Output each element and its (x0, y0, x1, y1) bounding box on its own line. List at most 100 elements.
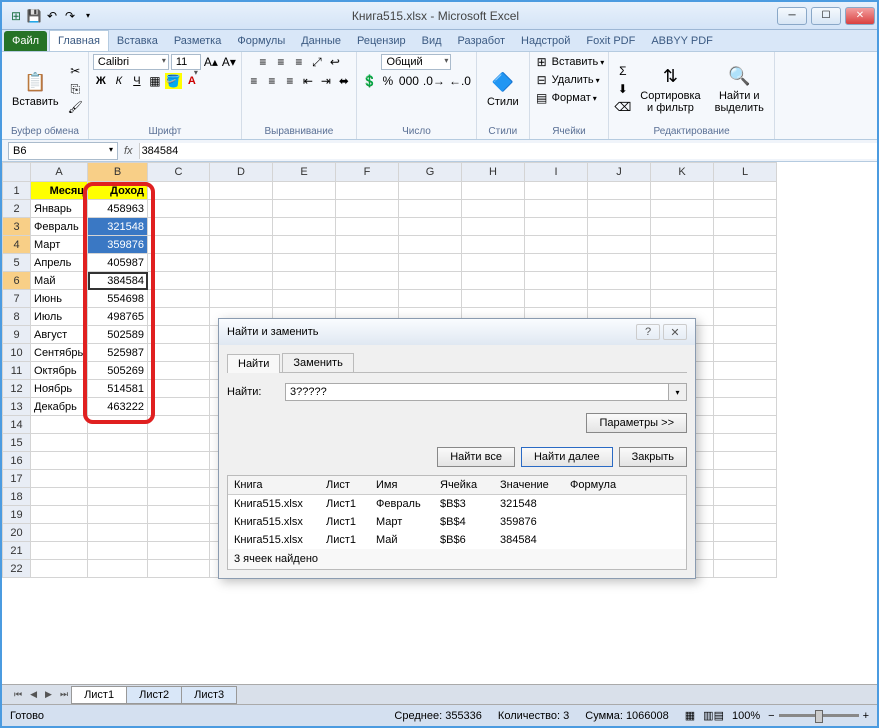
cell-C7[interactable] (148, 290, 210, 308)
name-box[interactable]: B6 ▾ (8, 142, 118, 160)
merge-icon[interactable]: ⬌ (336, 73, 352, 89)
tab-data[interactable]: Данные (293, 31, 349, 51)
cell-H4[interactable] (462, 236, 525, 254)
cell-J7[interactable] (588, 290, 651, 308)
cell-C3[interactable] (148, 218, 210, 236)
tab-formulas[interactable]: Формулы (229, 31, 293, 51)
find-dropdown-icon[interactable]: ▾ (669, 383, 687, 401)
row-header-2[interactable]: 2 (3, 200, 31, 218)
indent-inc-icon[interactable]: ⇥ (318, 73, 334, 89)
bold-button[interactable]: Ж (93, 73, 109, 89)
cell-A17[interactable] (31, 470, 88, 488)
cell-L12[interactable] (714, 380, 777, 398)
cell-A20[interactable] (31, 524, 88, 542)
find-next-button[interactable]: Найти далее (521, 447, 613, 467)
name-box-dropdown-icon[interactable]: ▾ (109, 145, 113, 157)
cell-D7[interactable] (210, 290, 273, 308)
indent-dec-icon[interactable]: ⇤ (300, 73, 316, 89)
cell-D1[interactable] (210, 182, 273, 200)
tab-find[interactable]: Найти (227, 354, 280, 373)
cell-G7[interactable] (399, 290, 462, 308)
fx-icon[interactable]: fx (124, 145, 133, 157)
cell-J5[interactable] (588, 254, 651, 272)
tab-view[interactable]: Вид (414, 31, 450, 51)
cell-E1[interactable] (273, 182, 336, 200)
result-row[interactable]: Книга515.xlsxЛист1 Май$B$6 384584 (228, 531, 686, 549)
cell-F4[interactable] (336, 236, 399, 254)
decrease-font-icon[interactable]: A▾ (221, 54, 237, 70)
view-normal-icon[interactable]: ▦ (685, 709, 695, 722)
cell-C22[interactable] (148, 560, 210, 578)
cell-I7[interactable] (525, 290, 588, 308)
cell-K6[interactable] (651, 272, 714, 290)
row-header-5[interactable]: 5 (3, 254, 31, 272)
cell-I5[interactable] (525, 254, 588, 272)
col-sheet[interactable]: Лист (320, 476, 370, 494)
cell-E6[interactable] (273, 272, 336, 290)
cell-A2[interactable]: Январь (31, 200, 88, 218)
sheet-nav-next-icon[interactable]: ▶ (41, 688, 56, 701)
row-header-8[interactable]: 8 (3, 308, 31, 326)
cell-D2[interactable] (210, 200, 273, 218)
cell-F6[interactable] (336, 272, 399, 290)
row-header-19[interactable]: 19 (3, 506, 31, 524)
row-header-11[interactable]: 11 (3, 362, 31, 380)
cell-A12[interactable]: Ноябрь (31, 380, 88, 398)
col-header-H[interactable]: H (462, 163, 525, 182)
cell-C5[interactable] (148, 254, 210, 272)
cell-B15[interactable] (88, 434, 148, 452)
decrease-decimal-icon[interactable]: ←.0 (448, 73, 472, 89)
cell-E2[interactable] (273, 200, 336, 218)
cell-B17[interactable] (88, 470, 148, 488)
cell-C9[interactable] (148, 326, 210, 344)
cell-L11[interactable] (714, 362, 777, 380)
cell-E5[interactable] (273, 254, 336, 272)
cell-G4[interactable] (399, 236, 462, 254)
close-button[interactable]: ✕ (845, 7, 875, 25)
cell-E3[interactable] (273, 218, 336, 236)
col-header-G[interactable]: G (399, 163, 462, 182)
cell-L17[interactable] (714, 470, 777, 488)
cell-D6[interactable] (210, 272, 273, 290)
border-icon[interactable]: ▦ (147, 73, 163, 89)
cell-K7[interactable] (651, 290, 714, 308)
cells-insert-label[interactable]: Вставить (552, 56, 599, 68)
cell-K3[interactable] (651, 218, 714, 236)
cell-C2[interactable] (148, 200, 210, 218)
view-pagebreak-icon[interactable]: ▤ (714, 709, 724, 722)
cell-A7[interactable]: Июнь (31, 290, 88, 308)
row-header-7[interactable]: 7 (3, 290, 31, 308)
view-layout-icon[interactable]: ▥ (703, 709, 713, 722)
cell-H7[interactable] (462, 290, 525, 308)
cell-H3[interactable] (462, 218, 525, 236)
cell-B20[interactable] (88, 524, 148, 542)
row-header-16[interactable]: 16 (3, 452, 31, 470)
sheet-tab-2[interactable]: Лист2 (126, 686, 182, 704)
cell-C16[interactable] (148, 452, 210, 470)
cell-C11[interactable] (148, 362, 210, 380)
find-all-button[interactable]: Найти все (437, 447, 515, 467)
row-header-22[interactable]: 22 (3, 560, 31, 578)
zoom-in-icon[interactable]: + (863, 710, 869, 722)
cell-A10[interactable]: Сентябрь (31, 344, 88, 362)
col-name[interactable]: Имя (370, 476, 434, 494)
select-all-corner[interactable] (3, 163, 31, 182)
col-header-I[interactable]: I (525, 163, 588, 182)
cell-L10[interactable] (714, 344, 777, 362)
cell-C6[interactable] (148, 272, 210, 290)
sheet-nav-first-icon[interactable]: ⏮ (10, 688, 26, 701)
cell-B4[interactable]: 359876 (88, 236, 148, 254)
col-header-C[interactable]: C (148, 163, 210, 182)
cell-A5[interactable]: Апрель (31, 254, 88, 272)
col-formula[interactable]: Формула (564, 476, 634, 494)
cell-B8[interactable]: 498765 (88, 308, 148, 326)
sheet-tab-1[interactable]: Лист1 (71, 686, 127, 704)
cell-D3[interactable] (210, 218, 273, 236)
cell-L4[interactable] (714, 236, 777, 254)
tab-addins[interactable]: Надстрой (513, 31, 578, 51)
cell-B18[interactable] (88, 488, 148, 506)
cell-A3[interactable]: Февраль (31, 218, 88, 236)
cell-A4[interactable]: Март (31, 236, 88, 254)
cell-K4[interactable] (651, 236, 714, 254)
col-header-D[interactable]: D (210, 163, 273, 182)
